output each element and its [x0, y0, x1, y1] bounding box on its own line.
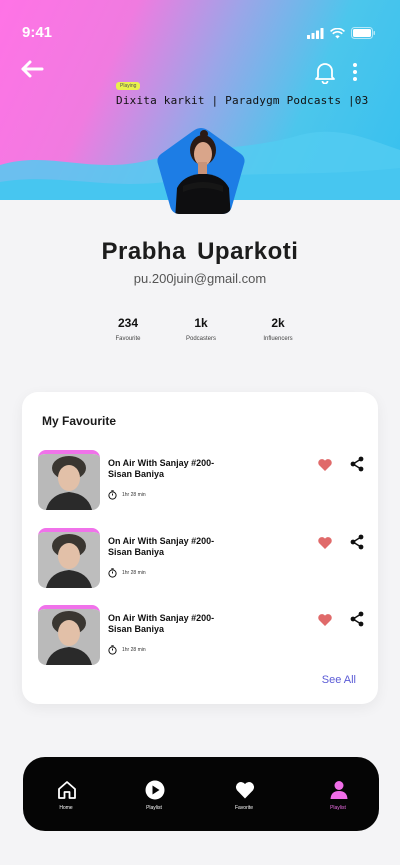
wifi-icon [330, 27, 345, 38]
share-icon[interactable] [350, 611, 364, 627]
duration-text: 1hr 28 min [122, 570, 146, 576]
nav-profile-playlist[interactable]: Playlist [308, 757, 368, 831]
heart-icon [235, 782, 255, 799]
stat-value: 2k [271, 316, 285, 330]
list-item[interactable]: On Air With Sanjay #200-Sisan Baniya 1hr… [38, 450, 368, 512]
battery-icon [351, 27, 375, 39]
podcast-thumbnail [38, 450, 100, 510]
home-icon [58, 781, 76, 799]
more-options-icon[interactable] [350, 62, 364, 84]
nav-home[interactable]: Home [36, 757, 96, 831]
podcast-duration: 1hr 28 min [108, 490, 146, 500]
stat-influencers[interactable]: 2k Influencers [238, 316, 318, 342]
stat-label: Influencers [263, 336, 293, 342]
podcast-duration: 1hr 28 min [108, 568, 146, 578]
podcast-thumbnail [38, 605, 100, 665]
stat-value: 1k [194, 316, 208, 330]
stat-podcasters[interactable]: 1k Podcasters [161, 316, 241, 342]
podcast-duration: 1hr 28 min [108, 645, 146, 655]
stat-value: 234 [117, 316, 139, 330]
favourites-card: My Favourite On Air With Sanjay #200-Sis… [22, 392, 378, 704]
nav-label: Home [59, 805, 73, 811]
status-icons [307, 27, 376, 39]
status-time: 9:41 [22, 24, 53, 41]
share-icon[interactable] [350, 456, 364, 472]
podcast-title: On Air With Sanjay #200-Sisan Baniya [108, 613, 215, 634]
heart-icon[interactable] [317, 613, 333, 627]
podcast-title: On Air With Sanjay #200-Sisan Baniya [108, 458, 215, 479]
nav-playlist[interactable]: Playlist [124, 757, 184, 831]
profile-name: Prabha Uparkoti [101, 238, 299, 265]
signal-icon [307, 27, 324, 39]
now-playing-badge: Playing [116, 82, 141, 90]
bottom-navigation: Home Playlist Favorite Playlist [23, 757, 379, 831]
heart-icon[interactable] [317, 458, 333, 472]
nav-label: Favorite [234, 805, 254, 811]
favourites-title: My Favourite [42, 414, 117, 428]
duration-text: 1hr 28 min [122, 492, 146, 498]
stat-favourite[interactable]: 234 Favourite [88, 316, 168, 342]
user-icon [330, 781, 348, 799]
profile-email: pu.200juin@gmail.com [133, 271, 267, 286]
podcast-thumbnail [38, 528, 100, 588]
heart-icon[interactable] [317, 536, 333, 550]
stopwatch-icon [108, 490, 117, 500]
share-icon[interactable] [350, 534, 364, 550]
duration-text: 1hr 28 min [122, 647, 146, 653]
profile-avatar[interactable] [153, 124, 249, 220]
play-circle-icon [145, 780, 165, 800]
stopwatch-icon [108, 568, 117, 578]
back-arrow-icon[interactable] [20, 58, 48, 82]
stat-label: Favourite [115, 336, 141, 342]
nav-favorite[interactable]: Favorite [214, 757, 274, 831]
stopwatch-icon [108, 645, 117, 655]
nav-label: Playlist [146, 805, 162, 811]
now-playing-text[interactable]: Dixita karkit | Paradygm Podcasts |03 [116, 94, 368, 107]
list-item[interactable]: On Air With Sanjay #200-Sisan Baniya 1hr… [38, 528, 368, 590]
status-bar: 9:41 [0, 0, 400, 50]
nav-label: Playlist [330, 805, 346, 811]
notification-bell-icon[interactable] [314, 60, 338, 85]
see-all-link[interactable]: See All [322, 674, 356, 686]
podcast-title: On Air With Sanjay #200-Sisan Baniya [108, 536, 215, 557]
list-item[interactable]: On Air With Sanjay #200-Sisan Baniya 1hr… [38, 605, 368, 667]
stat-label: Podcasters [185, 336, 216, 342]
